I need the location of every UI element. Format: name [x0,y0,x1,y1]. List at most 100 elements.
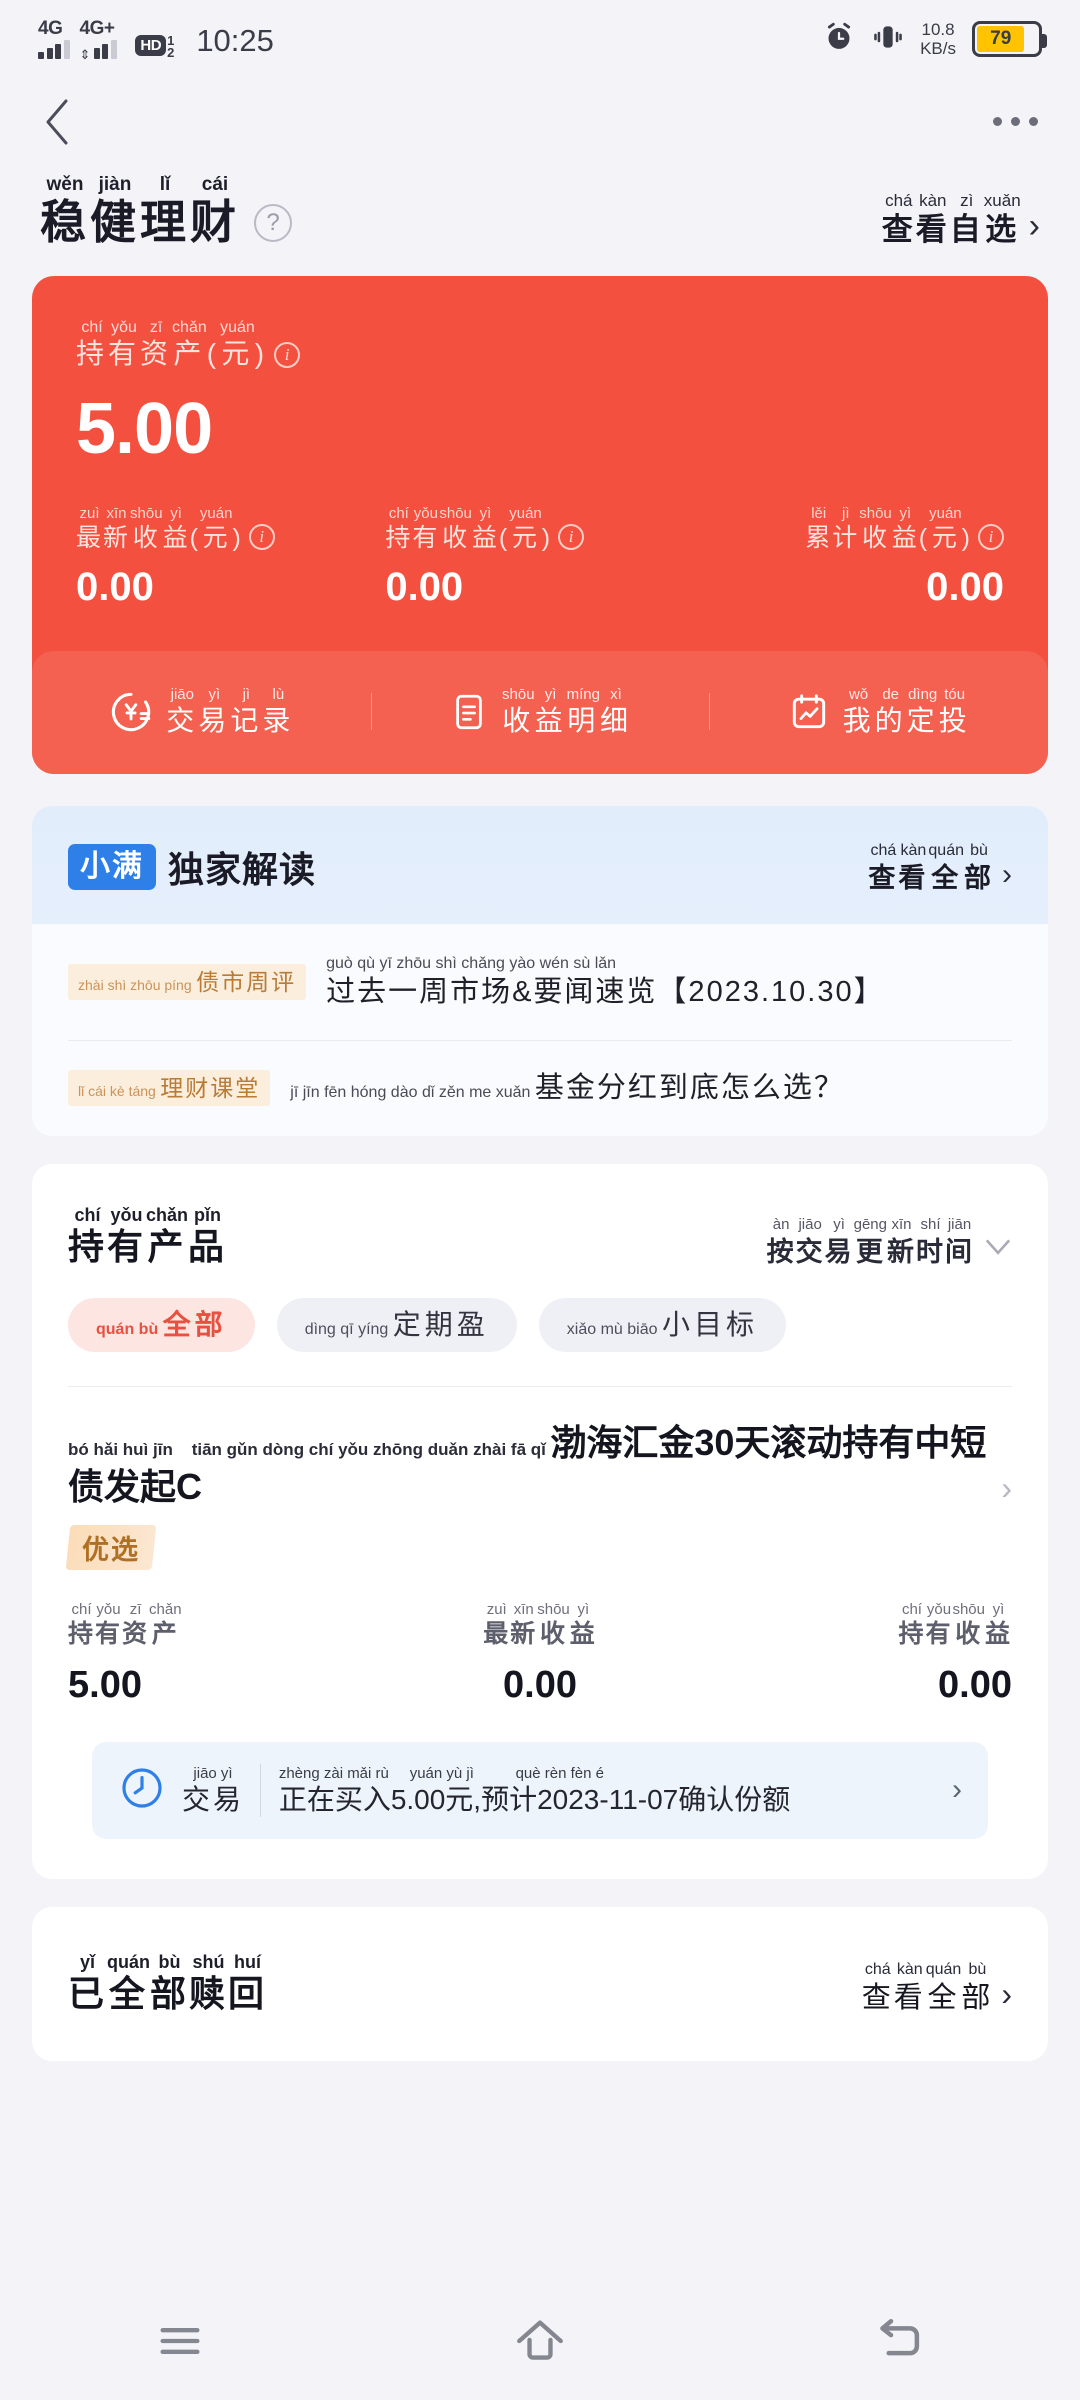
act0-pinyin-3: lù [272,686,285,703]
pstat2-hanzi-0: 持 [898,1620,926,1648]
asset-label-pinyin-0: chí [81,319,103,336]
transaction-label: jiāo yì 交易 [182,1764,244,1817]
stat2-char-2: shōu 收 [859,505,892,553]
red-title-hanzi-3: 赎 [189,1973,229,2014]
asset-main-label: chí 持 yǒu 有 zī 资 chǎn 产 ( yuán 元 ) i [76,318,1004,371]
asset-actions-row: jiāo 交 yì 易 jì 记 lù 录 shōu 收 yì 益 míng 明 xì 细 [32,651,1048,774]
signal-indicator-2: 4G+ ⇕ [80,19,126,61]
chip-periodic-yield[interactable]: dìng qī yíng 定期盈 [276,1298,517,1352]
exclusive-insight-card: 小满 独家解读 chá 查 kàn 看 quán 全 bù 部 › zhài shì z… [32,806,1048,1136]
red-more-pinyin-3: bù [968,1961,987,1978]
act2-pinyin-2: dìng [908,686,938,703]
product-stat-held-profit: chí 持 yǒu 有 shōu 收 yì 益 0.00 [697,1600,1012,1708]
stat-held-profit: chí 持 yǒu 有 shōu 收 yì 益 ( yuán 元 ) i 0.00 [385,505,694,611]
act1-pinyin-2: míng [566,686,600,703]
pstat2-pinyin-2: shōu [952,1601,985,1618]
act0-hanzi-3: 录 [262,705,295,736]
held-profit-value: 0.00 [385,565,464,609]
red-more-pinyin-1: kàn [896,1961,923,1978]
network-speed: 10.8 KB/s [920,20,956,58]
redeemed-view-all-button[interactable]: chá 查 kàn 看 quán 全 bù 部 › [862,1959,1012,2015]
sort-char-3: gēng 更 [854,1214,887,1268]
stat1-pinyin-0: chí [388,505,409,522]
info-icon[interactable]: i [274,342,301,368]
recents-button[interactable] [120,2319,240,2363]
act0-hanzi-0: 交 [166,705,199,736]
more-options-icon[interactable] [993,116,1038,126]
watchlist-char-3: xuǎn 选 [984,190,1021,248]
act2-char-2: dìng 定 [907,685,939,738]
my-investment-plan-button[interactable]: wǒ 我 de 的 dìng 定 tóu 投 [709,685,1048,738]
list-item[interactable]: lǐ cái kè táng 理财课堂 jī jīn fēn hóng dào … [68,1040,1012,1136]
stat2-pinyin-4 [922,505,926,523]
ins-more-char-2: quán 全 [928,840,964,894]
insight-view-all-button[interactable]: chá 查 kàn 看 quán 全 bù 部 › [868,840,1012,894]
back-button[interactable] [840,2318,960,2364]
transaction-label-text: 交易 [182,1784,245,1815]
pstat2-hanzi-1: 有 [925,1620,953,1648]
view-watchlist-button[interactable]: chá 查 kàn 看 zì 自 xuǎn 选 › [882,190,1040,248]
fully-redeemed-card[interactable]: yǐ 已 quán 全 bù 部 shú 赎 huí 回 chá 查 kàn 看 quán 全 … [32,1907,1048,2061]
news-title-1: jī jīn fēn hóng dào dǐ zěn me xuǎn 基金分红到… [290,1070,845,1106]
insight-news-list: zhài shì zhōu píng 债市周评 guò qù yī zhōu s… [32,924,1048,1136]
red-more-char-3: bù 部 [961,1959,993,2015]
transaction-records-button[interactable]: jiāo 交 yì 易 jì 记 lù 录 [32,685,371,738]
stat2-pinyin-6 [965,505,969,523]
act2-hanzi-0: 我 [842,705,875,736]
stat0-hanzi-4: ( [189,524,200,552]
asset-stats-row: zuì 最 xīn 新 shōu 收 yì 益 ( yuán 元 ) i 0.00 chí… [32,505,1048,651]
pstat0-char-3: chǎn 产 [149,1600,182,1650]
sort-char-2: yì 易 [825,1214,854,1268]
stat0-pinyin-6 [236,505,240,523]
chip-all-text: 全部 [162,1309,227,1340]
back-button-icon[interactable] [42,97,72,145]
profit-details-button[interactable]: shōu 收 yì 益 míng 明 xì 细 [370,685,710,738]
list-item[interactable]: zhài shì zhōu píng 债市周评 guò qù yī zhōu s… [68,924,1012,1040]
total-asset-value: 5.00 [76,389,213,469]
home-button[interactable] [480,2317,600,2365]
act2-char-3: tóu 投 [939,685,971,738]
info-icon[interactable]: i [248,524,275,550]
ins-more-pinyin-1: kàn [900,842,927,859]
title-hanzi-0: 稳 [40,196,90,248]
info-icon[interactable]: i [977,524,1004,550]
stat1-hanzi-1: 有 [412,524,440,552]
red-title-pinyin-0: yǐ [80,1952,96,1972]
app-screen: 4G 4G+ ⇕ HD 1 2 10:25 10.8 KB/s 79 wěn 稳… [0,0,1080,2400]
news-tag-1: lǐ cái kè táng 理财课堂 [68,1070,271,1106]
asset-label-char-2: zī 资 [140,318,172,371]
transaction-status-bar[interactable]: jiāo yì 交易 zhèng zài mǎi rù yuán yù jì q… [92,1742,988,1839]
chip-small-goal[interactable]: xiǎo mù biāo 小目标 [538,1298,786,1352]
chip-all[interactable]: quán bù 全部 [68,1298,255,1352]
watchlist-pinyin-1: kàn [919,191,947,210]
sort-pinyin-1: jiāo [798,1216,822,1233]
act2-pinyin-0: wǒ [849,686,869,703]
title-hanzi-1: 健 [90,196,140,248]
divider [260,1764,261,1817]
signal-bars-icon-1 [38,40,70,59]
sort-selector[interactable]: àn 按 jiāo 交 yì 易 gēng 更 xīn 新 shí 时 jiān 间 [767,1214,1012,1268]
red-title-char-2: bù 部 [150,1951,189,2015]
news-title-pinyin-0: guò qù yī zhōu shì chǎng yào wén sù lǎn [326,955,617,972]
hold-title-hanzi-1: 有 [107,1226,147,1267]
red-title-pinyin-4: huí [234,1952,262,1972]
title-pinyin-3: cái [201,174,229,195]
status-bar-right: 10.8 KB/s 79 [822,20,1047,59]
title-char-1: jiàn 健 [90,174,140,248]
sort-char-1: jiāo 交 [796,1214,825,1268]
signal-bars-icon-2: ⇕ [80,40,126,61]
news-tag-pinyin-0: zhài shì zhōu píng [78,977,192,993]
asset-label-pinyin-3: chǎn [172,319,207,336]
hold-title-char-3: pǐn 品 [188,1204,227,1268]
page-title: wěn 稳 jiàn 健 lǐ 理 cái 财 [40,174,240,248]
clock-time: 10:25 [196,23,274,58]
stat1-hanzi-4: ( [498,524,510,552]
pstat2-char-3: yì 益 [985,1600,1012,1650]
question-mark-icon[interactable]: ? [254,204,292,242]
pstat1-hanzi-2: 收 [540,1620,568,1648]
ins-more-char-0: chá 查 [868,840,898,894]
pstat2-char-0: chí 持 [898,1600,925,1650]
product-name-row[interactable]: bó hǎi huì jīn tiān gǔn dòng chí yǒu zhō… [68,1421,1012,1509]
menu-icon [160,2328,200,2354]
info-icon[interactable]: i [558,524,585,550]
